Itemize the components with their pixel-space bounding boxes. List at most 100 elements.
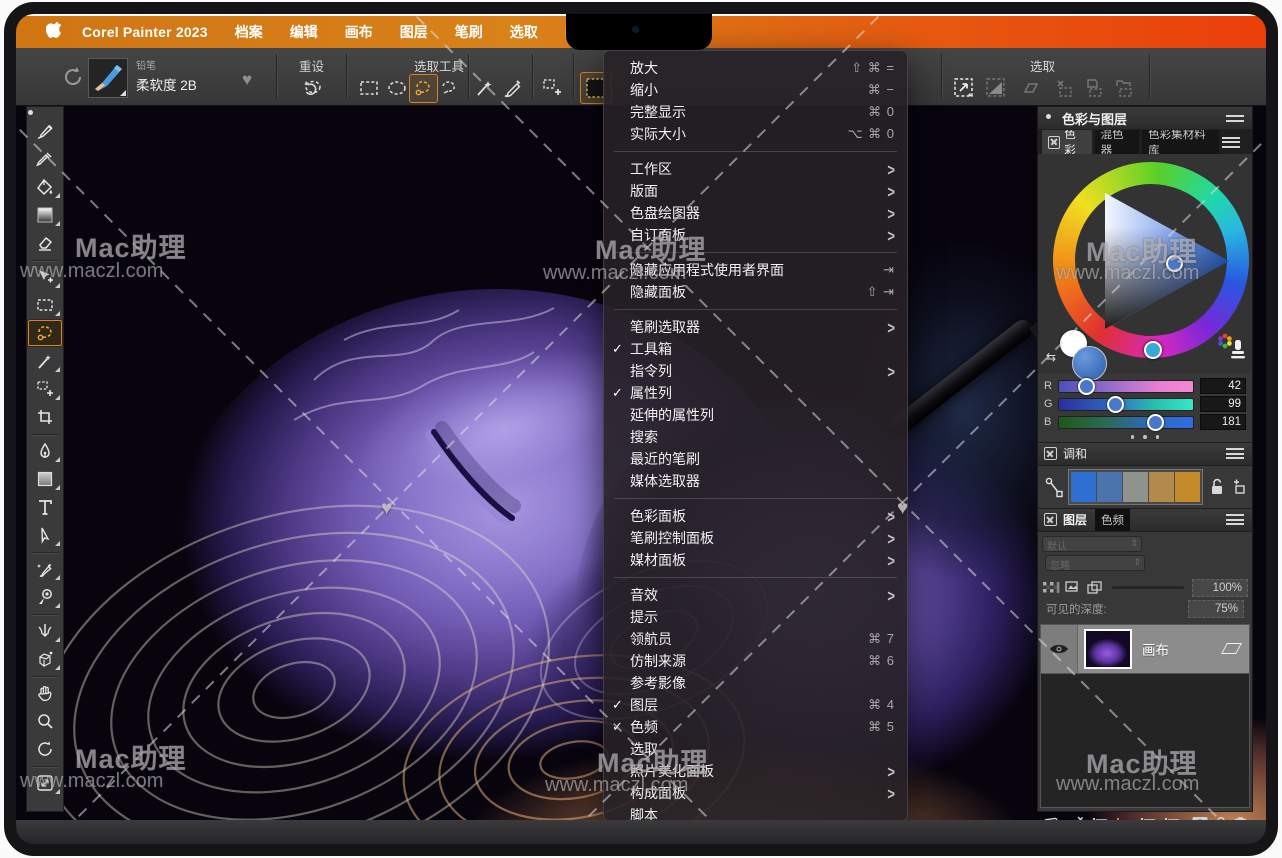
menu-item-11[interactable]: 隐藏面板 ⇧ ⇥: [604, 281, 907, 303]
primary-color-swatch[interactable]: [1072, 346, 1107, 381]
menu-item-15[interactable]: 指令列 >: [604, 360, 907, 382]
menu-item-24[interactable]: 媒材面板 >: [604, 549, 907, 571]
composite-depth-select[interactable]: 忽略: [1045, 555, 1145, 571]
hand-tool[interactable]: [27, 679, 63, 707]
menu-item-33[interactable]: 选取: [604, 738, 907, 760]
layer-row-canvas[interactable]: 画布: [1041, 625, 1249, 674]
menu-item-27[interactable]: 提示: [604, 606, 907, 628]
rotate-page-tool[interactable]: [27, 735, 63, 763]
menu-item-7[interactable]: 色盘绘图器 >: [604, 202, 907, 224]
menu-item-26[interactable]: 音效 >: [604, 584, 907, 606]
menu-item-1[interactable]: 缩小 ⌘ −: [604, 79, 907, 101]
skew-selection-icon[interactable]: [1018, 76, 1042, 100]
tab-menu-icon[interactable]: [1222, 137, 1240, 148]
composite-method-select[interactable]: 默认: [1042, 536, 1142, 552]
stamp-tool[interactable]: [27, 583, 63, 611]
brush-variant-thumbnail[interactable]: [88, 58, 128, 98]
close-tab-icon[interactable]: [1048, 136, 1060, 149]
load-selection-icon[interactable]: [1112, 76, 1136, 100]
menu-item-8[interactable]: 自订面板 >: [604, 224, 907, 246]
menu-item-3[interactable]: 实际大小 ⌥ ⌘ 0: [604, 123, 907, 145]
panel-menu-icon[interactable]: [1226, 115, 1244, 122]
cloner-tool[interactable]: [27, 555, 63, 583]
menu-item-6[interactable]: 版面 >: [604, 180, 907, 202]
g-slider-handle[interactable]: [1107, 396, 1124, 413]
rect-shape-tool[interactable]: [27, 465, 63, 493]
delete-selection-icon[interactable]: [1052, 76, 1076, 100]
menu-item-0[interactable]: 放大 ⇧ ⌘ =: [604, 57, 907, 79]
window-zoom-tool[interactable]: [27, 769, 63, 797]
menu-item-16[interactable]: ✓ 属性列: [604, 382, 907, 404]
transform-selection-icon[interactable]: [952, 76, 976, 100]
r-value[interactable]: 42: [1200, 378, 1246, 394]
b-value[interactable]: 181: [1200, 414, 1246, 430]
toolbox-drag-dot[interactable]: [28, 110, 33, 115]
eraser-tool[interactable]: [27, 229, 63, 257]
restore-defaults-icon[interactable]: [60, 64, 86, 90]
opacity-slider[interactable]: [1112, 586, 1184, 589]
b-slider-handle[interactable]: [1147, 414, 1164, 431]
panel-drag-dot[interactable]: [1046, 114, 1051, 119]
magic-wand-tool-icon[interactable]: [472, 76, 496, 100]
reset-selection-icon[interactable]: [302, 74, 326, 98]
panel-header[interactable]: 色彩与图层: [1038, 107, 1252, 130]
tab-channels[interactable]: 色频: [1095, 509, 1130, 531]
layers-header[interactable]: 图层 色频: [1038, 508, 1252, 532]
mirror-paint-tool[interactable]: [27, 617, 63, 645]
scale-selection-icon[interactable]: [984, 76, 1008, 100]
brush-name-label[interactable]: 柔软度 2B: [136, 74, 197, 94]
harmony-link-icon[interactable]: [1044, 475, 1064, 499]
menu-item-28[interactable]: 领航员 ⌘ 7: [604, 628, 907, 650]
opacity-value[interactable]: 100%: [1192, 579, 1248, 597]
harmony-swatch-2[interactable]: [1123, 472, 1148, 502]
lasso-tool[interactable]: [27, 319, 63, 347]
menu-item[interactable]: 选取: [510, 22, 538, 42]
menu-item-35[interactable]: 构成面板 >: [604, 782, 907, 804]
apple-icon[interactable]: [46, 22, 64, 42]
r-slider[interactable]: [1058, 380, 1194, 393]
sv-selector[interactable]: [1166, 255, 1183, 272]
favorite-heart-icon[interactable]: ♥: [242, 70, 252, 90]
sv-triangle[interactable]: [1053, 162, 1249, 358]
b-slider[interactable]: [1058, 416, 1194, 429]
paint-bucket-tool[interactable]: [27, 173, 63, 201]
rect-select-tool-icon[interactable]: [357, 76, 381, 100]
crop-tool[interactable]: [27, 403, 63, 431]
menu-item-13[interactable]: 笔刷选取器 >: [604, 316, 907, 338]
close-tab-icon[interactable]: [1044, 513, 1057, 526]
menu-item-14[interactable]: ✓ 工具箱: [604, 338, 907, 360]
rect-select-tool[interactable]: [27, 291, 63, 319]
menu-item-22[interactable]: 色彩面板 >: [604, 505, 907, 527]
panel-resize-dots[interactable]: [1038, 432, 1252, 442]
depth-value[interactable]: 75%: [1188, 600, 1244, 618]
menu-item-23[interactable]: 笔刷控制面板 >: [604, 527, 907, 549]
save-selection-icon[interactable]: [1082, 76, 1106, 100]
gradient-tool[interactable]: [27, 201, 63, 229]
brush-tool[interactable]: [27, 117, 63, 145]
add-swatch-icon[interactable]: [1229, 478, 1247, 496]
menu-item-19[interactable]: 最近的笔刷: [604, 448, 907, 470]
menu-item[interactable]: 图层: [400, 22, 428, 42]
lasso-tool-icon[interactable]: [411, 76, 435, 100]
tab-layers[interactable]: 图层: [1063, 511, 1087, 528]
g-value[interactable]: 99: [1200, 396, 1246, 412]
menu-item-20[interactable]: 媒体选取器: [604, 470, 907, 492]
menu-item-5[interactable]: 工作区 >: [604, 158, 907, 180]
pickup-underlying-icon[interactable]: [1064, 580, 1082, 596]
layer-adjuster-tool[interactable]: [27, 263, 63, 291]
menu-item-2[interactable]: 完整显示 ⌘ 0: [604, 101, 907, 123]
menu-item-10[interactable]: 隐藏应用程式使用者界面 ⇥: [604, 259, 907, 281]
menu-item[interactable]: 画布: [345, 22, 373, 42]
preserve-transparency-icon[interactable]: [1042, 580, 1060, 596]
selection-brush-tool-icon[interactable]: [500, 76, 524, 100]
selection-adjuster-tool-icon[interactable]: [540, 76, 564, 100]
g-slider[interactable]: [1058, 398, 1194, 411]
harmony-header[interactable]: 调和: [1038, 442, 1252, 466]
menu-item-18[interactable]: 搜索: [604, 426, 907, 448]
oval-select-tool-icon[interactable]: [385, 76, 409, 100]
swap-colors-icon[interactable]: ⇆: [1046, 350, 1056, 364]
menu-item[interactable]: 编辑: [290, 22, 318, 42]
r-slider-handle[interactable]: [1078, 378, 1095, 395]
harmony-swatch-4[interactable]: [1175, 472, 1200, 502]
menu-item-29[interactable]: 仿制来源 ⌘ 6: [604, 650, 907, 672]
